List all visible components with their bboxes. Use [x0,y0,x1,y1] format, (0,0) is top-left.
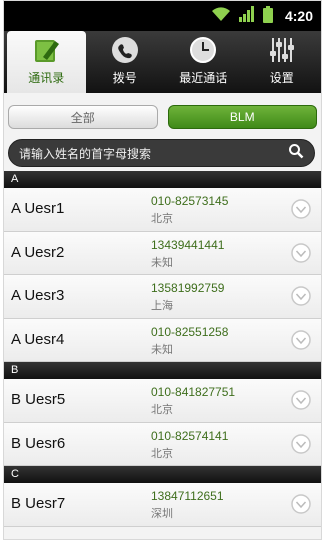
section-header: B [4,362,321,379]
app-frame: 4:20 通讯录 拨号 最近通话 设置 全部 BLM 请输入姓名的首字母搜索 A… [3,0,322,540]
list-item[interactable]: A Uesr4 010-82551258 未知 [4,318,321,362]
list-item[interactable]: A Uesr2 13439441441 未知 [4,231,321,275]
contact-name: A Uesr4 [11,330,65,348]
contact-location: 上海 [151,299,173,312]
chevron-down-icon[interactable] [291,329,311,354]
search-input[interactable]: 请输入姓名的首字母搜索 [8,139,315,167]
list-item[interactable]: A Uesr3 13581992759 上海 [4,275,321,319]
clock-icon [190,37,217,63]
chevron-down-icon[interactable] [291,242,311,267]
battery-icon [262,5,273,27]
contact-location: 北京 [151,212,173,225]
status-bar: 4:20 [4,1,321,31]
tab-recent-calls[interactable]: 最近通话 [164,31,243,93]
contact-name: A Uesr2 [11,243,65,261]
filter-bar: 全部 BLM [4,93,321,141]
chevron-down-icon[interactable] [291,199,311,223]
contact-list[interactable]: A A Uesr1 010-82573145 北京 A Uesr2 134394… [4,171,321,527]
contact-phone: 010-82574141 [151,428,229,443]
chevron-down-icon[interactable] [291,390,311,414]
phone-handset-icon [111,37,138,63]
contact-name: B Uesr6 [11,434,66,452]
contact-phone: 010-841827751 [151,385,236,399]
contact-location: 北京 [151,446,173,460]
contact-phone: 13581992759 [151,281,225,295]
filter-blm-button[interactable]: BLM [167,105,317,129]
list-item[interactable]: B Uesr7 13847112651 深圳 [4,483,321,527]
search-placeholder: 请输入姓名的首字母搜索 [19,146,152,161]
contact-location: 未知 [151,342,173,356]
chevron-down-icon[interactable] [291,494,311,518]
section-header: A [4,171,321,188]
search-icon[interactable] [288,143,304,163]
contact-phone: 010-82573145 [151,194,229,208]
status-time: 4:20 [284,8,313,24]
contact-phone: 010-82551258 [151,324,229,339]
contact-phone: 13439441441 [151,237,225,252]
chevron-down-icon[interactable] [291,433,311,458]
tab-settings[interactable]: 设置 [243,31,322,93]
contact-location: 未知 [151,255,173,269]
tab-dial[interactable]: 拨号 [86,31,165,93]
tab-contacts[interactable]: 通讯录 [7,31,86,93]
contact-name: A Uesr1 [11,200,65,217]
list-item[interactable]: B Uesr6 010-82574141 北京 [4,422,321,466]
contact-phone: 13847112651 [151,489,224,503]
sliders-icon [269,38,294,62]
contact-location: 北京 [151,403,173,416]
filter-all-button[interactable]: 全部 [8,105,158,129]
list-item[interactable]: B Uesr5 010-841827751 北京 [4,379,321,423]
section-header: C [4,466,321,483]
contacts-book-icon [35,40,60,62]
chevron-down-icon[interactable] [291,286,311,310]
contact-location: 深圳 [151,507,173,520]
tab-bar: 通讯录 拨号 最近通话 设置 [4,31,321,93]
contact-name: B Uesr7 [11,495,66,512]
signal-icon [238,6,255,26]
wifi-icon [211,6,231,26]
contact-name: A Uesr3 [11,287,65,304]
tab-label: 设置 [269,71,294,85]
tab-label: 通讯录 [28,71,65,85]
tab-label: 最近通话 [179,71,228,85]
list-item[interactable]: A Uesr1 010-82573145 北京 [4,188,321,232]
tab-label: 拨号 [112,71,137,85]
contact-name: B Uesr5 [11,391,66,408]
